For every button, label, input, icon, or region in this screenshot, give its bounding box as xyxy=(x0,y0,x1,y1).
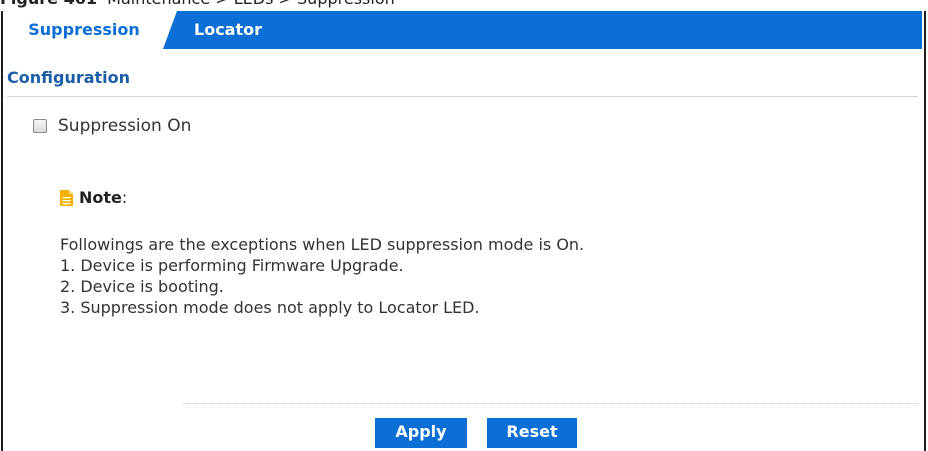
figure-caption: Figure 461 Maintenance > LEDs > Suppress… xyxy=(0,0,395,9)
section-divider xyxy=(7,96,918,97)
tab-bar: Suppression Locator xyxy=(5,11,922,49)
note-label: Note xyxy=(79,188,122,207)
note-colon: : xyxy=(121,188,128,207)
note-header: Note: xyxy=(60,188,127,207)
note-line: 3. Suppression mode does not apply to Lo… xyxy=(60,298,480,317)
figure-label: Figure 461 xyxy=(0,0,97,8)
note-line: 2. Device is booting. xyxy=(60,277,224,296)
note-line: Followings are the exceptions when LED s… xyxy=(60,235,585,254)
tab-suppression[interactable]: Suppression xyxy=(5,11,177,49)
figure-title: Maintenance > LEDs > Suppression xyxy=(107,0,395,8)
tab-locator[interactable]: Locator xyxy=(183,11,273,49)
suppression-on-option[interactable]: Suppression On xyxy=(33,114,191,138)
content-frame: Suppression Locator xyxy=(1,11,926,451)
section-title-configuration: Configuration xyxy=(7,68,131,87)
button-divider xyxy=(183,403,918,404)
note-text: Followings are the exceptions when LED s… xyxy=(60,234,584,318)
suppression-on-label: Suppression On xyxy=(58,116,192,136)
note-icon xyxy=(60,189,73,206)
note-line: 1. Device is performing Firmware Upgrade… xyxy=(60,256,404,275)
suppression-on-checkbox[interactable] xyxy=(33,119,47,133)
